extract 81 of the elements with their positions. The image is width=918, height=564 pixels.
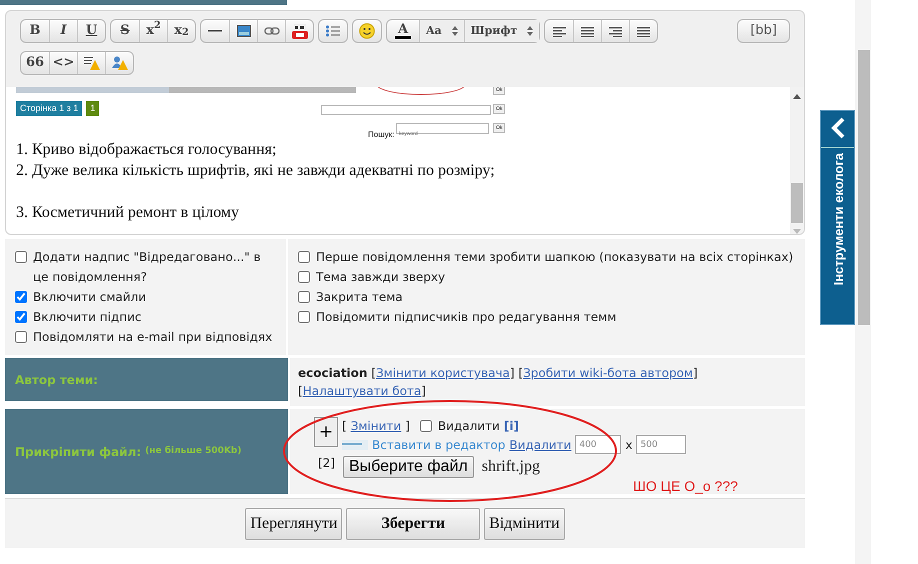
text-color-button[interactable]: A [387, 20, 419, 42]
updown-arrows-icon [452, 26, 458, 36]
save-button[interactable]: Зберегти [346, 508, 480, 540]
checkbox[interactable] [298, 251, 310, 263]
option-label: Повідомити підписчиків про редагування темм [316, 309, 616, 326]
option-label: Включити підпис [33, 309, 142, 326]
editor-text-line: 3. Косметичний ремонт в цілому [16, 203, 240, 223]
format-button[interactable]: <> [49, 52, 77, 74]
author-line: ecociation [Змінити користувача] [Зробити wiki-бота автором] [Налаштувати бота] [298, 365, 699, 400]
checkbox[interactable] [15, 331, 27, 343]
side-tab[interactable]: Інструменти еколога [820, 110, 855, 325]
author-link[interactable]: Змінити користувача [376, 366, 510, 380]
image-icon [236, 25, 250, 37]
info-link[interactable]: [i] [504, 417, 519, 435]
checkbox[interactable] [298, 271, 310, 283]
format-button[interactable]: x$_{2}$ [167, 20, 195, 42]
video-logo-icon [290, 22, 308, 40]
option-label: Додати надпис "Відредаговано..." в це повідомлення? [33, 249, 262, 286]
height-field[interactable]: 500 [636, 435, 686, 454]
checkbox[interactable] [298, 291, 310, 303]
file-name: shrift.jpg [482, 458, 540, 476]
scrollbar-thumb[interactable] [858, 50, 870, 325]
size-note: (не більше 500Kb) [145, 444, 242, 458]
option-label: Повідомляти на e-mail при відповідях [33, 329, 272, 346]
width-field[interactable]: 400 [575, 435, 622, 454]
search-label: Пошук: [368, 129, 394, 141]
row-label: Прикріпити файл: [15, 444, 142, 460]
format-button[interactable]: U [77, 20, 105, 42]
action-button[interactable]: Відмінити [484, 508, 565, 540]
scroll-up-icon [793, 94, 801, 99]
author-link[interactable]: Налаштувати бота [302, 384, 422, 398]
choose-file-button[interactable]: Выберите файл [343, 456, 474, 478]
align-right-icon [609, 26, 622, 36]
format-button[interactable]: S [111, 20, 139, 42]
format-button[interactable]: 66 [21, 52, 49, 74]
editor-text-line: 2. Дуже велика кількість шрифтів, які не завжди адекватні по розміру; [16, 161, 496, 181]
align-left-icon [552, 26, 566, 36]
action-button[interactable]: Переглянути [245, 508, 342, 540]
option-label: Закрита тема [316, 289, 403, 306]
bbcode-toggle-button[interactable]: [bb] [737, 19, 790, 43]
line-icon [208, 30, 222, 32]
text-warning-icon [84, 56, 100, 70]
annotation-text: ШО ЦЕ О_о ??? [633, 477, 738, 496]
checkbox[interactable] [15, 291, 27, 303]
format-button[interactable]: x$^{2}$ [139, 20, 167, 42]
thumbnail-icon [342, 440, 368, 450]
change-link[interactable]: Змінити [350, 417, 402, 435]
editor-text-line: 1. Криво відображається голосування; [16, 140, 278, 160]
scrollbar-thumb[interactable] [791, 183, 803, 223]
justify-icon [637, 26, 650, 36]
bracket-text: ] [405, 418, 410, 435]
side-tab-label: Інструменти еколога [830, 153, 847, 286]
bullet-list-icon [326, 25, 340, 37]
checkbox[interactable] [15, 311, 27, 323]
option-label: Тема завжди зверху [316, 269, 446, 286]
pager-label: Сторінка 1 з 1 [16, 101, 82, 116]
add-file-button[interactable]: + [314, 417, 338, 447]
user-warning-icon [112, 56, 128, 70]
pager-page[interactable]: 1 [86, 101, 100, 116]
format-button[interactable]: I [49, 20, 77, 42]
chevron-left-icon [830, 117, 846, 139]
dropdown-select[interactable]: Aa [419, 20, 464, 42]
align-center-icon [581, 26, 594, 36]
row-label: Автор теми: [5, 358, 288, 401]
checkbox[interactable] [298, 311, 310, 323]
option-label: Включити смайли [33, 289, 146, 306]
checkbox[interactable] [420, 420, 432, 432]
dropdown-select[interactable]: Шрифт [464, 20, 540, 42]
checkbox-label: Видалити [438, 418, 500, 435]
bracket-text: [ [342, 418, 347, 435]
chain-link-icon [264, 27, 280, 35]
delete-link[interactable]: Видалити [509, 436, 572, 454]
option-label: Перше повідомлення теми зробити шапкою (показувати на всіх сторінках) [316, 249, 794, 266]
format-button[interactable]: B [21, 20, 49, 42]
smiley-icon [359, 23, 375, 39]
file-index: [2] [318, 455, 335, 472]
author-link[interactable]: Зробити wiki-бота автором [523, 366, 693, 380]
checkbox[interactable] [15, 251, 27, 263]
times-sign: x [625, 436, 632, 454]
updown-arrows-icon [527, 26, 534, 36]
scroll-down-icon [793, 229, 801, 234]
